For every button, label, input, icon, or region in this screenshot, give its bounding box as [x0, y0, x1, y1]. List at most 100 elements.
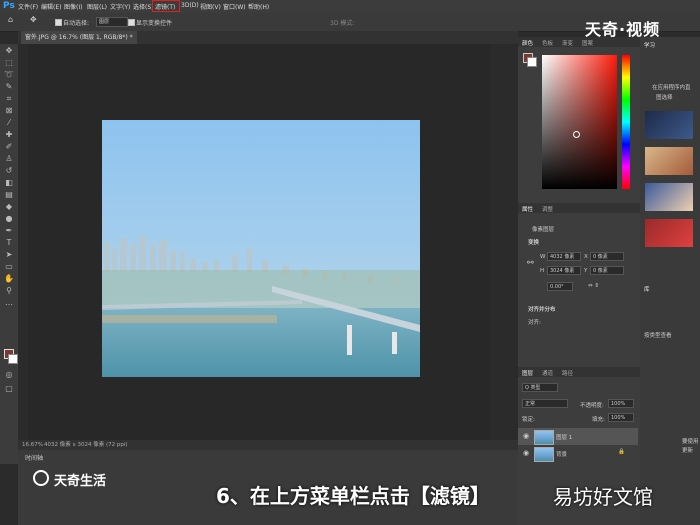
move-tool-icon[interactable]: ✥ — [30, 15, 37, 24]
pixel-layer-label: 像素图层 — [532, 227, 555, 233]
height-field[interactable]: 3024 像素 — [547, 266, 581, 275]
eyedropper-tool-icon[interactable]: ⁄ — [4, 118, 14, 128]
blur-tool-icon[interactable]: ◆ — [4, 202, 14, 212]
menu-file[interactable]: 文件(F) — [18, 2, 38, 11]
color-picker-cursor[interactable] — [573, 131, 580, 138]
right-panel: 颜色 色板 渐变 图案 属性 调整 像素图层 变换 W 4032 像素 X 0 … — [518, 37, 640, 525]
type-tool-icon[interactable]: T — [4, 238, 14, 248]
color-picker-field[interactable] — [542, 55, 617, 189]
flip-icons[interactable]: ⇔ ⇕ — [588, 283, 599, 289]
document-image[interactable] — [102, 120, 420, 377]
opacity-field[interactable]: 100% — [608, 399, 634, 408]
color-panel-tabs: 颜色 色板 渐变 图案 — [518, 37, 640, 47]
background-color-swatch[interactable] — [8, 354, 18, 364]
move-tool-icon[interactable]: ✥ — [4, 46, 14, 56]
show-transform-label: 显示变换控件 — [136, 20, 173, 27]
menu-type[interactable]: 文字(Y) — [110, 2, 130, 11]
eraser-tool-icon[interactable]: ◧ — [4, 178, 14, 188]
quick-mask-icon[interactable]: ◎ — [4, 370, 14, 380]
align-sub-label: 对齐: — [528, 320, 541, 326]
menu-image[interactable]: 图像(I) — [64, 2, 82, 11]
auto-select-checkbox[interactable] — [55, 19, 62, 26]
bg-color-chip[interactable] — [527, 57, 537, 67]
layer-kind-filter[interactable]: Q 类型 — [522, 383, 558, 392]
brush-tool-icon[interactable]: ✐ — [4, 142, 14, 152]
lasso-tool-icon[interactable]: ➰ — [4, 70, 14, 80]
tab-patterns[interactable]: 图案 — [582, 39, 593, 47]
quick-select-tool-icon[interactable]: ✎ — [4, 82, 14, 92]
tab-color[interactable]: 颜色 — [522, 39, 533, 47]
transform-label: 变换 — [528, 240, 540, 246]
learn-text: 图选择 — [656, 95, 673, 101]
healing-tool-icon[interactable]: ✚ — [4, 130, 14, 140]
lock-label: 锁定: — [522, 417, 535, 423]
zoom-tool-icon[interactable]: ⚲ — [4, 286, 14, 296]
link-icon[interactable]: ⚯ — [527, 258, 534, 267]
home-icon[interactable]: ⌂ — [8, 15, 13, 24]
blend-mode-select[interactable]: 正常 — [522, 399, 568, 408]
properties-panel-tabs: 属性 调整 — [518, 203, 640, 213]
y-field[interactable]: 0 像素 — [590, 266, 624, 275]
tab-paths[interactable]: 路径 — [562, 369, 573, 377]
menu-view[interactable]: 视图(V) — [200, 2, 221, 11]
shape-tool-icon[interactable]: ▭ — [4, 262, 14, 272]
tab-channels[interactable]: 通道 — [542, 369, 553, 377]
tutorial-thumbnail[interactable] — [645, 111, 693, 139]
filter-highlight-box — [152, 0, 180, 12]
menu-edit[interactable]: 编辑(E) — [41, 2, 61, 11]
pen-tool-icon[interactable]: ✒ — [4, 226, 14, 236]
tab-learn[interactable]: 学习 — [644, 41, 655, 49]
x-label: X — [584, 254, 588, 260]
show-transform-checkbox[interactable] — [128, 19, 135, 26]
dodge-tool-icon[interactable]: ● — [4, 214, 14, 224]
width-field[interactable]: 4032 像素 — [547, 252, 581, 261]
layer-name[interactable]: 背景 — [556, 450, 567, 458]
angle-field[interactable]: 0.00° — [547, 282, 573, 291]
info-text: 要使用 — [682, 439, 699, 445]
x-field[interactable]: 0 像素 — [590, 252, 624, 261]
tab-properties[interactable]: 属性 — [522, 205, 533, 213]
fill-field[interactable]: 100% — [608, 413, 634, 422]
hue-slider[interactable] — [622, 55, 630, 189]
frame-tool-icon[interactable]: ⊠ — [4, 106, 14, 116]
fill-label: 填充: — [592, 417, 605, 423]
layer-row[interactable]: ◉ 背景 🔒 — [518, 445, 638, 462]
h-label: H — [540, 268, 545, 274]
status-bar: 16.67% 4032 像素 x 3024 像素 (72 ppi) — [18, 440, 518, 450]
layer-row[interactable]: ◉ 图层 1 — [518, 428, 638, 445]
menu-window[interactable]: 窗口(W) — [223, 2, 246, 11]
menu-bar: Ps 文件(F) 编辑(E) 图像(I) 图层(L) 文字(Y) 选择(S) 滤… — [0, 0, 700, 13]
tutorial-thumbnail[interactable] — [645, 183, 693, 211]
y-label: Y — [584, 268, 588, 274]
marquee-tool-icon[interactable]: ⬚ — [4, 58, 14, 68]
hand-tool-icon[interactable]: ✋ — [4, 274, 14, 284]
tab-adjustments[interactable]: 调整 — [542, 205, 553, 213]
document-tab[interactable]: 窗外.JPG @ 16.7% (图层 1, RGB/8*) * — [21, 31, 137, 44]
visibility-eye-icon[interactable]: ◉ — [523, 449, 529, 457]
watermark-left: 天奇生活 — [54, 474, 107, 489]
history-brush-tool-icon[interactable]: ↺ — [4, 166, 14, 176]
menu-select[interactable]: 选择(S) — [133, 2, 154, 11]
gradient-tool-icon[interactable]: ▤ — [4, 190, 14, 200]
auto-select-dropdown[interactable]: 图层 — [96, 17, 128, 27]
tutorial-thumbnail[interactable] — [645, 219, 693, 247]
document-size: 4032 像素 x 3024 像素 (72 ppi) — [44, 442, 128, 448]
layer-name[interactable]: 图层 1 — [556, 433, 572, 441]
tutorial-thumbnail[interactable] — [645, 147, 693, 175]
zoom-level[interactable]: 16.67% — [22, 440, 43, 450]
mode-3d-label: 3D 模式: — [330, 20, 355, 27]
tab-gradients[interactable]: 渐变 — [562, 39, 573, 47]
screen-mode-icon[interactable]: ▢ — [4, 384, 14, 394]
visibility-eye-icon[interactable]: ◉ — [523, 432, 529, 440]
stamp-tool-icon[interactable]: ♙ — [4, 154, 14, 164]
tab-layers[interactable]: 图层 — [522, 369, 533, 377]
more-tools-icon[interactable]: … — [4, 298, 14, 308]
menu-help[interactable]: 帮助(H) — [248, 2, 269, 11]
menu-3d[interactable]: 3D(D) — [181, 2, 199, 9]
layer-thumbnail — [534, 430, 554, 445]
tab-swatches[interactable]: 色板 — [542, 39, 553, 47]
path-select-tool-icon[interactable]: ➤ — [4, 250, 14, 260]
tab-libraries[interactable]: 库 — [644, 285, 650, 293]
crop-tool-icon[interactable]: ⌗ — [4, 94, 14, 104]
menu-layer[interactable]: 图层(L) — [87, 2, 107, 11]
